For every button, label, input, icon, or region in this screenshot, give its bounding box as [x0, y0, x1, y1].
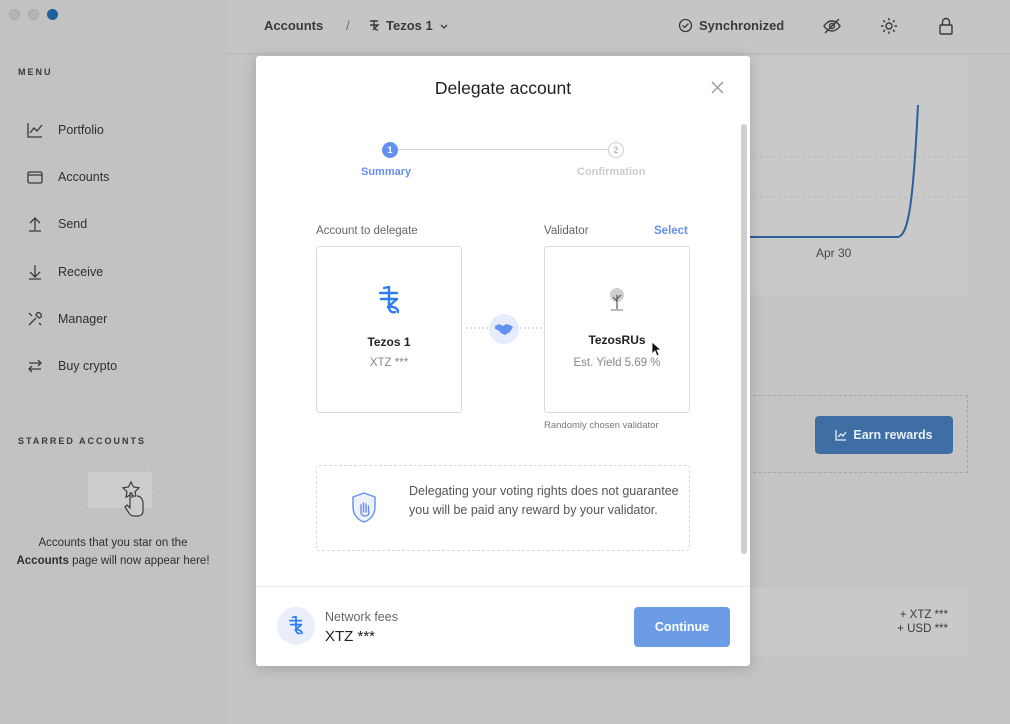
sidebar-item-receive[interactable]: Receive: [26, 248, 117, 295]
chart-icon: [835, 430, 847, 441]
sidebar-item-buy-crypto[interactable]: Buy crypto: [26, 342, 117, 389]
step-summary-label: Summary: [361, 166, 412, 178]
sidebar-item-label: Accounts: [58, 169, 110, 184]
tools-icon: [28, 311, 42, 326]
sidebar: MENU Portfolio Accounts Send Receive Man…: [0, 0, 226, 724]
accounts-page-link: Accounts: [16, 555, 69, 567]
modal-scrollbar[interactable]: [741, 124, 747, 554]
receive-icon: [29, 264, 41, 280]
starred-accounts-empty-text: Accounts that you star on the Accounts p…: [16, 537, 210, 567]
validator-name: TezosRUs: [588, 333, 646, 347]
check-circle-icon: [678, 18, 693, 33]
account-to-delegate-label: Account to delegate: [316, 225, 418, 237]
starred-accounts-title: STARRED ACCOUNTS: [18, 436, 146, 446]
menu-title: MENU: [18, 67, 53, 77]
balance-chart: [748, 104, 968, 238]
eye-off-icon[interactable]: [822, 16, 842, 36]
account-balance: XTZ ***: [369, 357, 409, 369]
stepper: 1 2 Summary Confirmation: [256, 142, 750, 182]
balance-xtz: + XTZ ***: [899, 609, 948, 621]
random-validator-note: Randomly chosen validator: [544, 420, 659, 431]
network-fees-value: XTZ ***: [325, 628, 376, 645]
sidebar-item-label: Manager: [58, 311, 108, 326]
portfolio-chart-card: [748, 57, 968, 295]
account-card[interactable]: Tezos 1 XTZ ***: [316, 246, 462, 413]
info-notice: Delegating your voting rights does not g…: [316, 465, 690, 551]
chart-icon: [27, 122, 43, 138]
tezos-icon: [378, 285, 400, 314]
sidebar-item-portfolio[interactable]: Portfolio: [26, 106, 117, 153]
tezos-fee-icon: [277, 607, 315, 645]
sidebar-item-label: Receive: [58, 264, 104, 279]
step-2-indicator: 2: [608, 142, 624, 158]
breadcrumb-separator: /: [346, 18, 350, 33]
stepper-line: [398, 149, 610, 150]
close-icon[interactable]: [711, 81, 724, 94]
validator-label: Validator: [544, 225, 589, 237]
breadcrumb-account-dropdown[interactable]: Tezos 1: [368, 18, 449, 33]
modal-title: Delegate account: [434, 78, 572, 98]
continue-button[interactable]: Continue: [634, 607, 730, 647]
sidebar-item-label: Send: [58, 217, 88, 232]
step-confirmation-label: Confirmation: [577, 166, 646, 178]
breadcrumb-accounts[interactable]: Accounts: [264, 18, 323, 33]
exchange-icon: [28, 359, 42, 373]
validator-yield: Est. Yield 5.69 %: [573, 357, 661, 369]
sidebar-item-manager[interactable]: Manager: [26, 295, 117, 342]
maximize-window-button[interactable]: [47, 9, 58, 20]
info-text: Delegating your voting rights does not g…: [409, 484, 679, 517]
step-1-indicator: 1: [382, 142, 398, 158]
close-window-button[interactable]: [9, 9, 20, 20]
sidebar-item-label: Buy crypto: [58, 359, 118, 374]
window-controls: [9, 9, 58, 20]
delegate-modal: Delegate account 1 2 Summary Confirmatio…: [256, 56, 750, 666]
sidebar-item-accounts[interactable]: Accounts: [26, 153, 117, 200]
sidebar-nav: Portfolio Accounts Send Receive Manager …: [26, 106, 117, 390]
minimize-window-button[interactable]: [28, 9, 39, 20]
balance-card: [748, 588, 968, 656]
shield-hand-icon: [352, 492, 376, 523]
tezos-icon: [370, 19, 380, 31]
chevron-down-icon: [440, 24, 448, 29]
sidebar-item-label: Portfolio: [58, 122, 104, 137]
wallet-icon: [27, 171, 43, 184]
validator-logo-icon: [610, 288, 624, 311]
delegation-connector: [464, 314, 544, 344]
gear-icon[interactable]: [879, 16, 899, 36]
mouse-cursor-icon: [651, 341, 661, 357]
modal-footer: Network fees XTZ *** Continue: [256, 586, 750, 666]
network-fees-label: Network fees: [325, 610, 398, 624]
select-validator-link[interactable]: Select: [654, 225, 688, 237]
sync-status[interactable]: Synchronized: [678, 18, 784, 33]
earn-rewards-button[interactable]: Earn rewards: [815, 416, 953, 454]
sidebar-item-send[interactable]: Send: [26, 201, 117, 248]
star-click-icon: [86, 470, 154, 517]
lock-icon[interactable]: [936, 16, 956, 36]
handshake-icon: [489, 314, 519, 344]
send-icon: [29, 217, 41, 232]
chart-axis-label: Apr 30: [816, 246, 852, 260]
validator-card[interactable]: TezosRUs Est. Yield 5.69 %: [544, 246, 690, 413]
account-name: Tezos 1: [367, 335, 411, 349]
balance-usd: + USD ***: [897, 623, 948, 635]
topbar: Accounts / Tezos 1 Synchronized: [226, 0, 1010, 54]
